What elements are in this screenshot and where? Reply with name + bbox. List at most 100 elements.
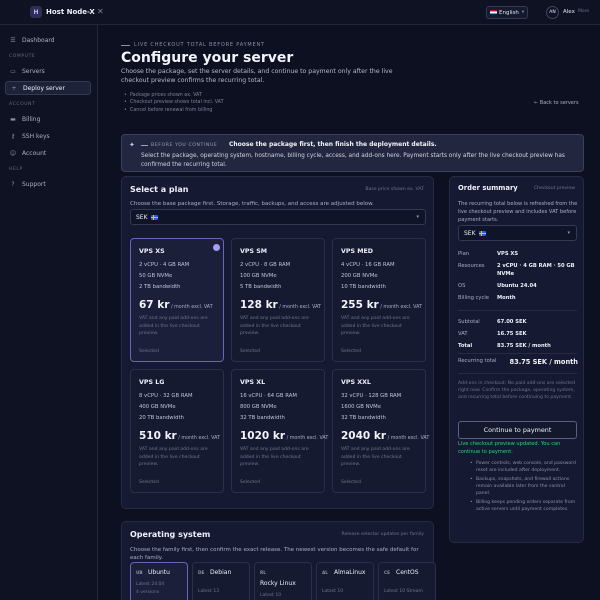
list-item: Cancel before renewal from billing bbox=[124, 107, 224, 115]
plan-panel-title: Select a plan bbox=[130, 185, 189, 194]
plan-panel-note: Base price shown ex. VAT bbox=[365, 187, 424, 192]
os-name: Rocky Linux bbox=[260, 580, 296, 587]
os-latest: Latest 10 Stream bbox=[384, 589, 423, 594]
plan-card-vps-xxl[interactable]: VPS XXL 32 vCPU · 128 GB RAM 1600 GB NVM… bbox=[332, 369, 430, 493]
selected-radio-icon bbox=[213, 244, 220, 251]
sidebar-item-servers[interactable]: ▭ Servers bbox=[5, 64, 91, 78]
sidebar-item-support[interactable]: ? Support bbox=[5, 177, 91, 191]
plan-bandwidth: 20 TB bandwidth bbox=[139, 415, 184, 421]
continue-to-payment-button[interactable]: Continue to payment bbox=[458, 421, 577, 439]
os-code: RL bbox=[260, 570, 266, 575]
language-select[interactable]: English ▾ bbox=[486, 6, 528, 19]
list-item: Checkout preview shows total incl. VAT bbox=[124, 99, 224, 107]
sidebar-section-help: HELP bbox=[9, 167, 23, 172]
sidebar-item-label: Account bbox=[22, 149, 47, 157]
sidebar-item-billing[interactable]: ▬ Billing bbox=[5, 112, 91, 126]
list-item: Package prices shown ex. VAT bbox=[124, 92, 224, 100]
grid-icon: ☰ bbox=[10, 36, 16, 44]
sidebar-item-account[interactable]: ☺ Account bbox=[5, 146, 91, 160]
plan-bandwidth: 5 TB bandwidth bbox=[240, 284, 282, 290]
currency-value: SEK bbox=[464, 229, 476, 237]
sidebar-collapse-icon[interactable]: ✕ bbox=[97, 7, 104, 16]
os-card-rocky-linux[interactable]: RL Rocky Linux Latest 10 bbox=[254, 562, 312, 600]
chevron-down-icon: ▾ bbox=[416, 214, 419, 220]
plan-price: 2040 kr / month excl. VAT bbox=[341, 430, 430, 442]
server-icon: ▭ bbox=[10, 67, 16, 75]
sidebar-item-dashboard[interactable]: ☰ Dashboard bbox=[5, 33, 91, 47]
plan-name: VPS LG bbox=[139, 379, 165, 386]
page-title: Configure your server bbox=[121, 50, 294, 66]
plan-disk: 200 GB NVMe bbox=[341, 273, 378, 279]
banner-title: Choose the package first, then finish th… bbox=[229, 141, 437, 148]
plan-cpu-ram: 32 vCPU · 128 GB RAM bbox=[341, 393, 402, 399]
plan-disk: 1600 GB NVMe bbox=[341, 404, 382, 410]
plan-disk: 100 GB NVMe bbox=[240, 273, 277, 279]
plan-vat-note: VAT and any paid add-ons are added in th… bbox=[341, 316, 410, 336]
os-latest: Latest 10 bbox=[322, 589, 344, 594]
os-panel-note: Release selector updates per family bbox=[341, 532, 424, 537]
plan-vat-note: VAT and any paid add-ons are added in th… bbox=[240, 447, 309, 467]
plan-price: 255 kr / month excl. VAT bbox=[341, 299, 422, 311]
os-name: CentOS bbox=[396, 569, 419, 576]
sparkle-icon: ✦ bbox=[129, 141, 135, 149]
sidebar-item-label: Billing bbox=[22, 115, 41, 123]
currency-select[interactable]: SEK ▾ bbox=[130, 209, 426, 225]
os-panel-title: Operating system bbox=[130, 530, 211, 539]
card-icon: ▬ bbox=[10, 115, 16, 123]
summary-divider bbox=[458, 310, 577, 311]
plan-card-vps-sm[interactable]: VPS SM 2 vCPU · 8 GB RAM 100 GB NVMe 5 T… bbox=[231, 238, 325, 362]
plan-card-vps-xs[interactable]: VPS XS 2 vCPU · 4 GB RAM 50 GB NVMe 2 TB… bbox=[130, 238, 224, 362]
sidebar-item-label: Servers bbox=[22, 67, 45, 75]
back-to-servers-link[interactable]: ← Back to servers bbox=[534, 100, 579, 106]
os-name: Ubuntu bbox=[148, 569, 170, 576]
avatar[interactable]: AN bbox=[546, 6, 559, 19]
sweden-flag-icon bbox=[150, 214, 158, 220]
os-code: AL bbox=[322, 570, 328, 575]
os-code: UB bbox=[136, 570, 143, 575]
plan-name: VPS XS bbox=[139, 248, 165, 255]
brand-logo[interactable]: H bbox=[30, 6, 42, 18]
summary-divider bbox=[458, 373, 577, 374]
plan-vat-note: VAT and any paid add-ons are added in th… bbox=[341, 447, 410, 467]
list-item: Power controls, web console, and passwor… bbox=[470, 460, 576, 474]
os-panel-description: Choose the family first, then confirm th… bbox=[130, 547, 419, 561]
summary-divider bbox=[458, 353, 577, 354]
os-card-ubuntu[interactable]: UB Ubuntu Latest 24.04 4 versions bbox=[130, 562, 188, 600]
plan-name: VPS XXL bbox=[341, 379, 371, 386]
os-card-centos[interactable]: CE CentOS Latest 10 Stream bbox=[378, 562, 436, 600]
banner-text: Select the package, operating system, ho… bbox=[141, 153, 565, 168]
plan-cpu-ram: 2 vCPU · 8 GB RAM bbox=[240, 262, 291, 268]
os-card-almalinux[interactable]: AL AlmaLinux Latest 10 bbox=[316, 562, 374, 600]
plan-vat-note: VAT and any paid add-ons are added in th… bbox=[139, 447, 208, 467]
os-name: AlmaLinux bbox=[334, 569, 366, 576]
plan-status: Selected bbox=[240, 480, 260, 485]
user-name[interactable]: Alex bbox=[563, 9, 575, 15]
plan-card-vps-lg[interactable]: VPS LG 8 vCPU · 32 GB RAM 400 GB NVMe 20… bbox=[130, 369, 224, 493]
plan-status: Selected bbox=[341, 480, 361, 485]
sidebar-item-deploy-server[interactable]: + Deploy server bbox=[5, 81, 91, 95]
plan-disk: 800 GB NVMe bbox=[240, 404, 277, 410]
summary-addons-note: Add-ons in checkout: No paid add-ons are… bbox=[458, 381, 576, 400]
header-bullets: Package prices shown ex. VAT Checkout pr… bbox=[124, 92, 224, 115]
list-item: Billing keeps pending orders separate fr… bbox=[470, 499, 576, 513]
uk-flag-icon bbox=[490, 10, 497, 15]
plan-card-vps-med[interactable]: VPS MED 4 vCPU · 16 GB RAM 200 GB NVMe 1… bbox=[332, 238, 426, 362]
plus-icon: + bbox=[11, 84, 17, 92]
brand-name[interactable]: Host Node-X bbox=[46, 8, 95, 16]
plan-status: Selected bbox=[240, 349, 260, 354]
currency-value: SEK bbox=[136, 213, 148, 221]
summary-description: The recurring total below is refreshed f… bbox=[458, 201, 578, 223]
plan-cpu-ram: 8 vCPU · 32 GB RAM bbox=[139, 393, 193, 399]
more-menu-link[interactable]: More bbox=[578, 9, 589, 14]
plan-status: Selected bbox=[139, 349, 159, 354]
list-item: Backups, snapshots, and firewall actions… bbox=[470, 476, 576, 497]
sidebar-item-label: SSH keys bbox=[22, 132, 50, 140]
plan-cpu-ram: 4 vCPU · 16 GB RAM bbox=[341, 262, 395, 268]
summary-currency-select[interactable]: SEK ▾ bbox=[458, 225, 577, 241]
summary-title: Order summary bbox=[458, 184, 518, 192]
chevron-down-icon: ▾ bbox=[521, 10, 525, 15]
sidebar-item-label: Deploy server bbox=[23, 84, 65, 92]
sidebar-item-ssh-keys[interactable]: ⚷ SSH keys bbox=[5, 129, 91, 143]
os-card-debian[interactable]: DE Debian Latest 13 bbox=[192, 562, 250, 600]
plan-card-vps-xl[interactable]: VPS XL 16 vCPU · 64 GB RAM 800 GB NVMe 3… bbox=[231, 369, 328, 493]
